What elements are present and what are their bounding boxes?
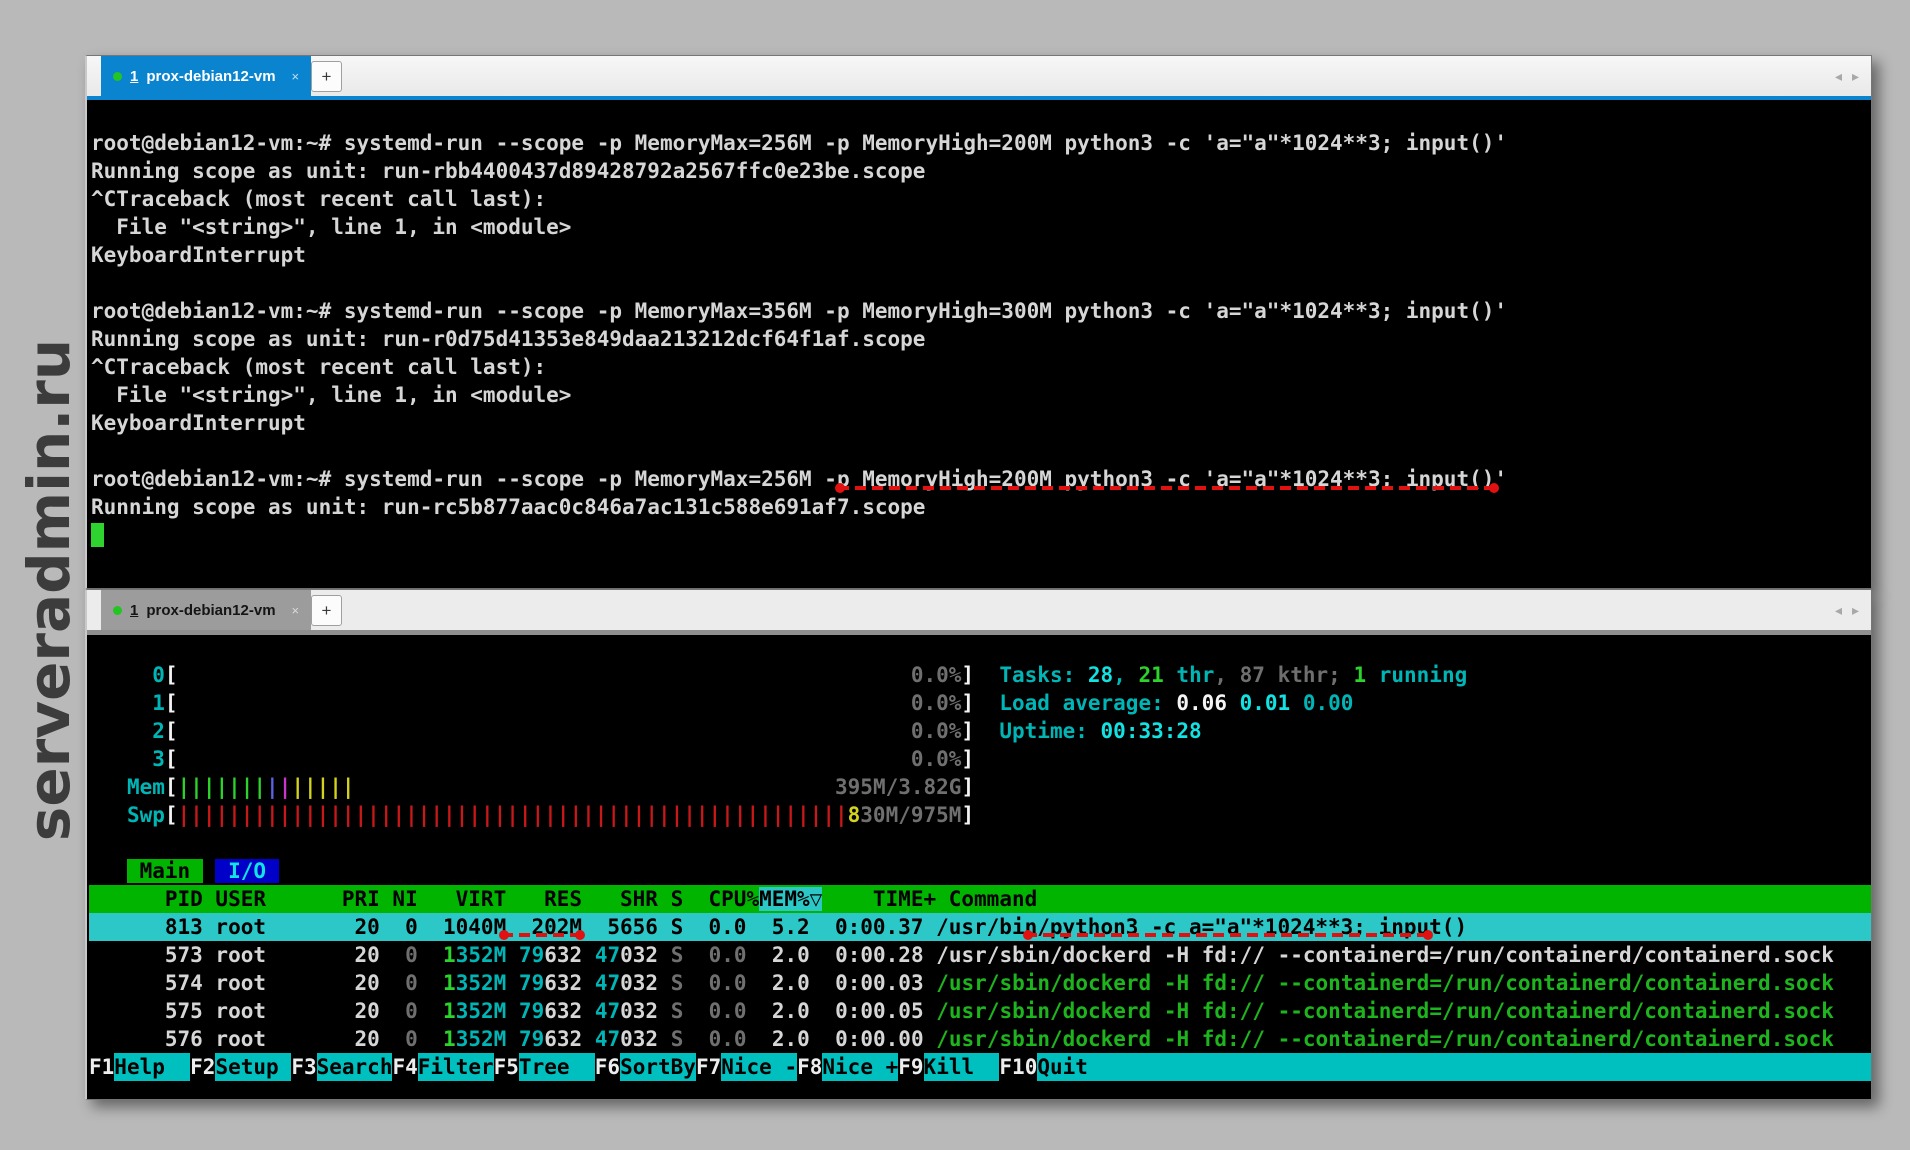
cpu-meter-0: 0[ 0.0%] Tasks: 28, 21 thr, 87 kthr; 1 r… bbox=[89, 661, 1871, 689]
cpu-meter-1: 1[ 0.0%] Load average: 0.06 0.01 0.00 bbox=[89, 689, 1871, 717]
plus-icon: + bbox=[322, 67, 332, 87]
tab-close-icon[interactable]: × bbox=[292, 603, 300, 618]
function-key-bar: F1Help F2Setup F3SearchF4FilterF5Tree F6… bbox=[89, 1053, 1871, 1081]
nav-prev-icon[interactable]: ◂ bbox=[1835, 68, 1842, 85]
fkey-f2-setup[interactable]: F2Setup bbox=[190, 1053, 291, 1081]
tab-bar-bottom: 1 prox-debian12-vm × + ◂ ▸ bbox=[87, 590, 1871, 635]
tab-nav-arrows: ◂ ▸ bbox=[1835, 590, 1859, 630]
tab-index: 1 bbox=[130, 602, 138, 619]
htop-terminal[interactable]: 0[ 0.0%] Tasks: 28, 21 thr, 87 kthr; 1 r… bbox=[87, 635, 1871, 1099]
fkey-f6-sortby[interactable]: F6SortBy bbox=[595, 1053, 696, 1081]
htop-screen-tabs: Main I/O bbox=[89, 857, 1871, 885]
tab-title: prox-debian12-vm bbox=[146, 68, 275, 85]
terminal-line: Running scope as unit: run-rbb4400437d89… bbox=[91, 157, 1871, 185]
terminal-window-bottom: 1 prox-debian12-vm × + ◂ ▸ 0[ 0.0%] Task… bbox=[85, 589, 1872, 1100]
nav-next-icon[interactable]: ▸ bbox=[1852, 68, 1859, 85]
fkey-f10-quit[interactable]: F10Quit bbox=[999, 1053, 1113, 1081]
swap-meter: Swp[||||||||||||||||||||||||||||||||||||… bbox=[89, 801, 1871, 829]
fkey-f5-tree[interactable]: F5Tree bbox=[494, 1053, 595, 1081]
terminal-line: ^CTraceback (most recent call last): bbox=[91, 185, 1871, 213]
terminal-cursor bbox=[91, 523, 104, 547]
new-tab-button[interactable]: + bbox=[311, 595, 342, 626]
process-row-573[interactable]: 573 root 20 0 1352M 79632 47032 S 0.0 2.… bbox=[89, 941, 1871, 969]
tab-activity-dot bbox=[113, 72, 122, 81]
tab-index: 1 bbox=[130, 68, 138, 85]
tab-close-icon[interactable]: × bbox=[292, 69, 300, 84]
fkey-f7-nice[interactable]: F7Nice - bbox=[696, 1053, 797, 1081]
nav-next-icon[interactable]: ▸ bbox=[1852, 602, 1859, 619]
process-row-575[interactable]: 575 root 20 0 1352M 79632 47032 S 0.0 2.… bbox=[89, 997, 1871, 1025]
new-tab-button[interactable]: + bbox=[311, 61, 342, 92]
htop-tab-io[interactable]: I/O bbox=[215, 859, 278, 883]
terminal-line: Running scope as unit: run-rc5b877aac0c8… bbox=[91, 493, 1871, 521]
terminal-cursor-line bbox=[91, 521, 1871, 549]
htop-tab-main[interactable]: Main bbox=[127, 859, 203, 883]
terminal-line bbox=[91, 437, 1871, 465]
watermark: serveradmin.ru bbox=[15, 339, 83, 841]
memory-meter: Mem[|||||||||||||| 395M/3.82G] bbox=[89, 773, 1871, 801]
fkey-bar-fill bbox=[1113, 1053, 1871, 1081]
tab-nav-arrows: ◂ ▸ bbox=[1835, 56, 1859, 96]
terminal-line bbox=[91, 269, 1871, 297]
terminal-line: File "<string>", line 1, in <module> bbox=[91, 381, 1871, 409]
blank-line bbox=[89, 829, 1871, 857]
terminal-line: KeyboardInterrupt bbox=[91, 241, 1871, 269]
cpu-meter-2: 2[ 0.0%] Uptime: 00:33:28 bbox=[89, 717, 1871, 745]
terminal-line: ^CTraceback (most recent call last): bbox=[91, 353, 1871, 381]
terminal-top-output[interactable]: root@debian12-vm:~# systemd-run --scope … bbox=[87, 100, 1871, 588]
fkey-f9-kill[interactable]: F9Kill bbox=[898, 1053, 999, 1081]
tab-activity-dot bbox=[113, 606, 122, 615]
fkey-f4-filter[interactable]: F4Filter bbox=[392, 1053, 493, 1081]
fkey-f3-search[interactable]: F3Search bbox=[291, 1053, 392, 1081]
process-row-813[interactable]: 813 root 20 0 1040M 202M 5656 S 0.0 5.2 … bbox=[89, 913, 1871, 941]
nav-prev-icon[interactable]: ◂ bbox=[1835, 602, 1842, 619]
tab-title: prox-debian12-vm bbox=[146, 602, 275, 619]
annotation-red-underline-python-cmd bbox=[1026, 933, 1430, 937]
terminal-line: KeyboardInterrupt bbox=[91, 409, 1871, 437]
tab-prox-debian12-vm-bottom[interactable]: 1 prox-debian12-vm × bbox=[101, 590, 311, 630]
terminal-line: Running scope as unit: run-r0d75d41353e8… bbox=[91, 325, 1871, 353]
process-row-574[interactable]: 574 root 20 0 1352M 79632 47032 S 0.0 2.… bbox=[89, 969, 1871, 997]
tab-bar-top: 1 prox-debian12-vm × + ◂ ▸ bbox=[87, 56, 1871, 100]
annotation-red-underline-res bbox=[502, 933, 582, 937]
terminal-line: root@debian12-vm:~# systemd-run --scope … bbox=[91, 129, 1871, 157]
fkey-f8-nice[interactable]: F8Nice + bbox=[797, 1053, 898, 1081]
process-table-header[interactable]: PID USER PRI NI VIRT RES SHR S CPU%MEM%▽… bbox=[89, 885, 1871, 913]
tab-prox-debian12-vm-top[interactable]: 1 prox-debian12-vm × bbox=[101, 56, 311, 96]
sort-column-mem[interactable]: MEM%▽ bbox=[759, 887, 822, 911]
annotation-red-underline-command bbox=[838, 486, 1496, 490]
terminal-window-top: 1 prox-debian12-vm × + ◂ ▸ root@debian12… bbox=[85, 55, 1872, 589]
terminal-line: root@debian12-vm:~# systemd-run --scope … bbox=[91, 297, 1871, 325]
cpu-meter-3: 3[ 0.0%] bbox=[89, 745, 1871, 773]
terminal-line: File "<string>", line 1, in <module> bbox=[91, 213, 1871, 241]
plus-icon: + bbox=[322, 601, 332, 621]
fkey-f1-help[interactable]: F1Help bbox=[89, 1053, 190, 1081]
process-row-576[interactable]: 576 root 20 0 1352M 79632 47032 S 0.0 2.… bbox=[89, 1025, 1871, 1053]
